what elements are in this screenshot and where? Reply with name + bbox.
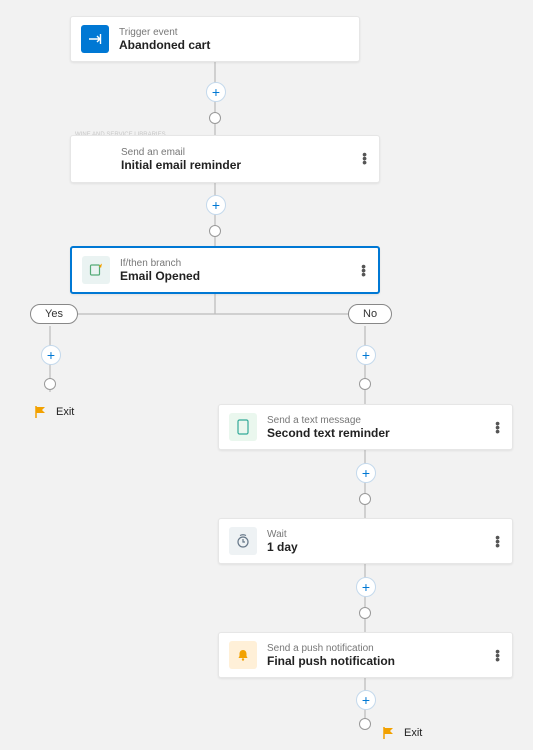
node-menu-button[interactable]: ••• xyxy=(495,535,500,547)
add-node-button[interactable]: + xyxy=(356,463,376,483)
exit-label: Exit xyxy=(404,727,422,739)
wait-icon xyxy=(229,527,257,555)
node-title: Initial email reminder xyxy=(121,158,241,172)
branch-no-pill[interactable]: No xyxy=(348,304,392,324)
exit-marker: Exit xyxy=(34,405,74,419)
node-menu-button[interactable]: ••• xyxy=(495,649,500,661)
node-email[interactable]: Send an email Initial email reminder ••• xyxy=(70,135,380,183)
connector-endpoint xyxy=(209,112,221,124)
journey-canvas: Trigger event Abandoned cart + WINE AND … xyxy=(0,0,533,750)
node-branch[interactable]: If/then branch Email Opened ••• xyxy=(70,246,380,294)
connector-endpoint xyxy=(359,378,371,390)
sms-icon xyxy=(229,413,257,441)
node-wait[interactable]: Wait 1 day ••• xyxy=(218,518,513,564)
connector-endpoint xyxy=(359,718,371,730)
flag-icon xyxy=(34,405,48,419)
node-title: Abandoned cart xyxy=(119,38,210,52)
connector-endpoint xyxy=(209,225,221,237)
add-node-button[interactable]: + xyxy=(356,345,376,365)
node-title: 1 day xyxy=(267,540,298,554)
node-push[interactable]: Send a push notification Final push noti… xyxy=(218,632,513,678)
node-category: Send a push notification xyxy=(267,643,395,654)
node-trigger[interactable]: Trigger event Abandoned cart xyxy=(70,16,360,62)
trigger-icon xyxy=(81,25,109,53)
connector-endpoint xyxy=(359,493,371,505)
node-category: If/then branch xyxy=(120,258,200,269)
node-category: Send a text message xyxy=(267,415,390,426)
connector-endpoint xyxy=(44,378,56,390)
node-category: Trigger event xyxy=(119,27,210,38)
branch-yes-pill[interactable]: Yes xyxy=(30,304,78,324)
connector-endpoint xyxy=(359,607,371,619)
exit-label: Exit xyxy=(56,406,74,418)
add-node-button[interactable]: + xyxy=(356,577,376,597)
node-title: Final push notification xyxy=(267,654,395,668)
exit-marker: Exit xyxy=(382,726,422,740)
add-node-button[interactable]: + xyxy=(206,195,226,215)
add-node-button[interactable]: + xyxy=(41,345,61,365)
node-menu-button[interactable]: ••• xyxy=(361,264,366,276)
node-sms[interactable]: Send a text message Second text reminder… xyxy=(218,404,513,450)
add-node-button[interactable]: + xyxy=(206,82,226,102)
node-menu-button[interactable]: ••• xyxy=(362,152,367,164)
add-node-button[interactable]: + xyxy=(356,690,376,710)
node-title: Email Opened xyxy=(120,269,200,283)
node-category: Wait xyxy=(267,529,298,540)
node-title: Second text reminder xyxy=(267,426,390,440)
branch-icon xyxy=(82,256,110,284)
push-icon xyxy=(229,641,257,669)
flag-icon xyxy=(382,726,396,740)
node-category: Send an email xyxy=(121,147,241,158)
node-menu-button[interactable]: ••• xyxy=(495,421,500,433)
